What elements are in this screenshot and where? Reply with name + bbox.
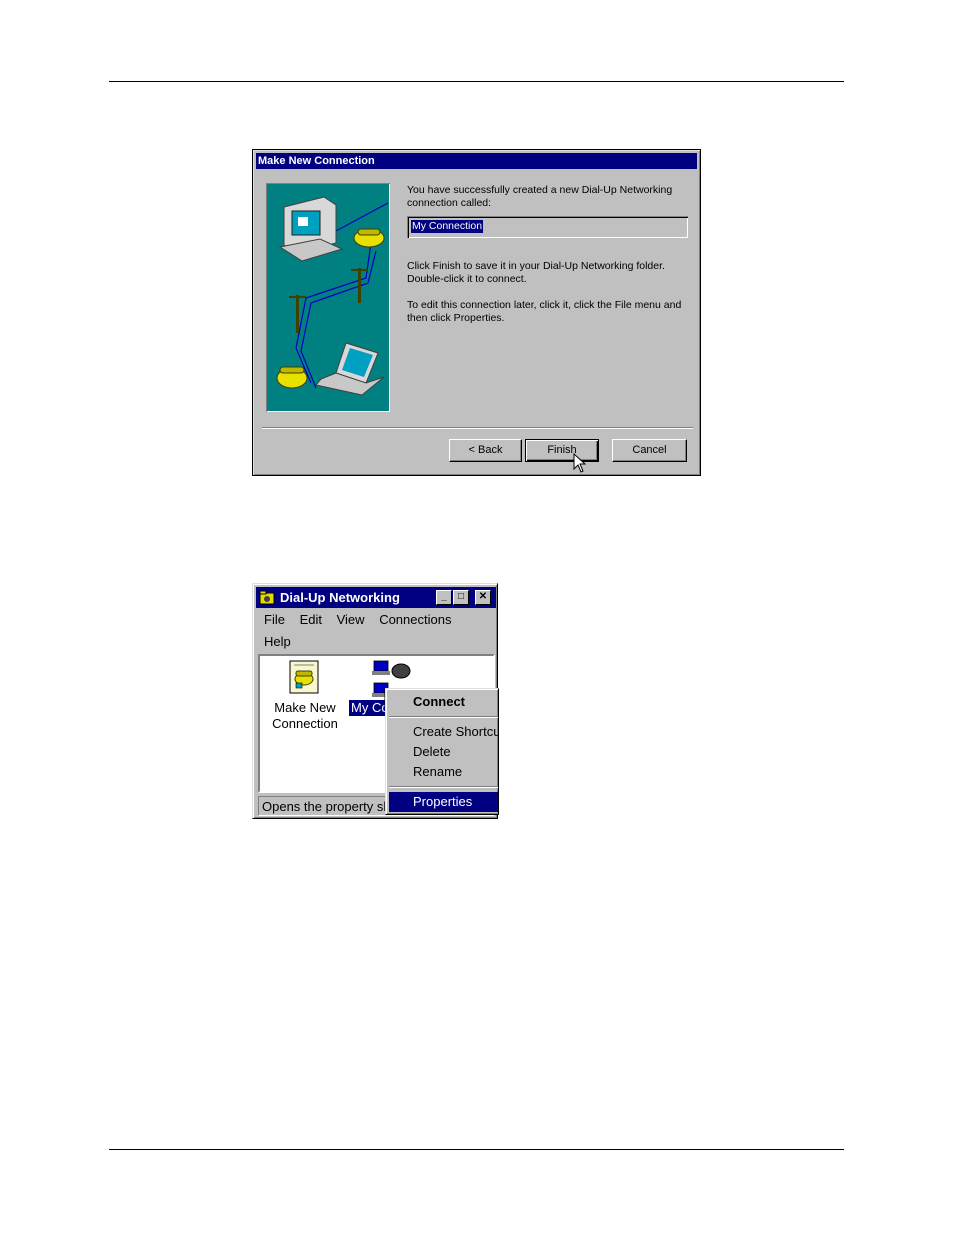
menu-connections[interactable]: Connections <box>379 612 451 627</box>
footer-rule <box>109 1149 844 1150</box>
close-icon: ✕ <box>478 591 488 602</box>
button-separator <box>262 427 693 429</box>
context-menu: Connect Create Shortcut Delete Rename Pr… <box>385 688 499 815</box>
make-new-connection-label: Make New Connection <box>272 700 338 731</box>
close-button[interactable]: ✕ <box>475 590 491 605</box>
menu-separator <box>389 786 498 788</box>
mouse-pointer-icon <box>573 453 587 473</box>
dialog-title: Make New Connection <box>256 153 697 169</box>
connection-name-field[interactable]: My Connection <box>407 216 688 238</box>
menu-edit[interactable]: Edit <box>300 612 322 627</box>
menu-item-properties[interactable]: Properties <box>389 792 498 812</box>
minimize-icon: _ <box>441 591 447 602</box>
success-message: You have successfully created a new Dial… <box>407 184 673 209</box>
header-rule <box>109 81 844 82</box>
menu-item-create-shortcut[interactable]: Create Shortcut <box>389 722 498 742</box>
dial-up-folder-icon <box>259 590 275 605</box>
maximize-button[interactable]: □ <box>453 590 469 605</box>
finish-instructions: Click Finish to save it in your Dial-Up … <box>407 260 665 285</box>
edit-instructions: To edit this connection later, click it,… <box>407 299 682 324</box>
menu-bar-row-2: Help <box>264 634 302 649</box>
menu-item-delete[interactable]: Delete <box>389 742 498 762</box>
back-button[interactable]: < Back <box>449 439 522 462</box>
maximize-icon: □ <box>457 591 465 602</box>
finish-button[interactable]: Finish <box>525 439 599 462</box>
menu-view[interactable]: View <box>337 612 365 627</box>
cancel-button[interactable]: Cancel <box>612 439 687 462</box>
menu-bar: File Edit View Connections <box>264 612 462 627</box>
dial-up-illustration-icon <box>276 196 389 396</box>
menu-item-connect[interactable]: Connect <box>389 692 498 712</box>
window-titlebar[interactable]: Dial-Up Networking _ □ ✕ <box>256 587 496 608</box>
menu-item-rename[interactable]: Rename <box>389 762 498 782</box>
make-new-connection-dialog: Make New Connection You have successfull… <box>252 149 701 476</box>
minimize-button[interactable]: _ <box>436 590 452 605</box>
make-new-connection-item[interactable] <box>286 659 322 695</box>
connection-name-value: My Connection <box>411 220 484 233</box>
menu-help[interactable]: Help <box>264 634 291 649</box>
window-title: Dial-Up Networking <box>280 590 400 605</box>
menu-separator <box>389 716 498 718</box>
wizard-illustration <box>266 183 390 412</box>
make-new-connection-icon <box>289 660 319 694</box>
menu-file[interactable]: File <box>264 612 285 627</box>
